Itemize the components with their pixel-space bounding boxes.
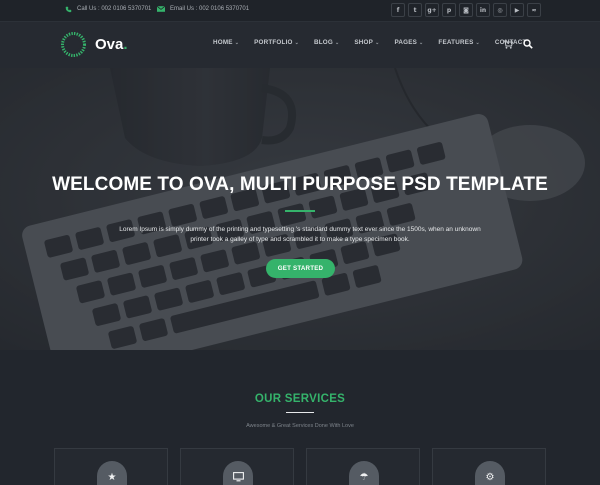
services-subtitle: Awesome & Great Services Done With Love [246,423,354,429]
get-started-button[interactable]: GET STARTED [266,259,335,278]
search-icon[interactable] [523,36,533,54]
nav-portfolio[interactable]: PORTFOLIO ⌄ [254,39,299,46]
nav-blog-label: BLOG [314,39,334,46]
service-card[interactable]: ⚙ [432,448,546,485]
monitor-icon [223,461,253,485]
pinterest-icon[interactable]: p [442,3,456,17]
star-icon: ★ [97,461,127,485]
nav-portfolio-label: PORTFOLIO [254,39,293,46]
hero-title: WELCOME TO OVA, MULTI PURPOSE PSD TEMPLA… [52,174,548,195]
top-bar: Call Us : 002 0106 5370701 Email Us : 00… [0,0,600,22]
nav-features-label: FEATURES [438,39,474,46]
services-section: OUR SERVICES Awesome & Great Services Do… [0,350,600,485]
nav-blog[interactable]: BLOG ⌄ [314,39,339,46]
social-links: f t g+ p ◙ in ◎ ▶ ≈ [391,3,541,17]
main-navbar: Ova. HOME ⌄ PORTFOLIO ⌄ BLOG ⌄ SHOP ⌄ PAGES ⌄… [0,22,600,68]
youtube-icon[interactable]: ▶ [510,3,524,17]
hero-section: WELCOME TO OVA, MULTI PURPOSE PSD TEMPLA… [0,68,600,350]
twitter-icon[interactable]: t [408,3,422,17]
dribbble-icon[interactable]: ◎ [493,3,507,17]
nav-shop[interactable]: SHOP ⌄ [354,39,379,46]
hero-background-image [0,68,600,350]
envelope-icon [157,5,165,13]
email-text: Email Us : 002 0106 5370701 [170,6,250,12]
service-card[interactable]: ☂ [306,448,420,485]
chevron-down-icon: ⌄ [335,39,340,46]
google-plus-icon[interactable]: g+ [425,3,439,17]
chevron-down-icon: ⌄ [375,39,380,46]
phone-icon [64,5,72,13]
nav-features[interactable]: FEATURES ⌄ [438,39,479,46]
service-card[interactable] [180,448,294,485]
brand-name[interactable]: Ova. [95,36,128,53]
nav-pages[interactable]: PAGES ⌄ [394,39,423,46]
cart-icon[interactable] [503,36,514,54]
chevron-down-icon: ⌄ [475,39,480,46]
nav-shop-label: SHOP [354,39,374,46]
chevron-down-icon: ⌄ [294,39,300,46]
services-divider [286,412,314,413]
brand-dot: . [123,36,128,53]
nav-menu: HOME ⌄ PORTFOLIO ⌄ BLOG ⌄ SHOP ⌄ PAGES ⌄ FEAT… [213,39,542,46]
instagram-icon[interactable]: ◙ [459,3,473,17]
umbrella-icon: ☂ [349,461,379,485]
hero-description-line1: Lorem Ipsum is simply dummy of the print… [119,226,481,233]
services-title: OUR SERVICES [254,393,346,405]
nav-home-label: HOME [213,39,233,46]
hero-description: Lorem Ipsum is simply dummy of the print… [105,225,495,245]
facebook-icon[interactable]: f [391,3,405,17]
service-card[interactable]: ★ [54,448,168,485]
chevron-down-icon: ⌄ [234,39,240,46]
gear-icon: ⚙ [475,461,505,485]
logo-icon[interactable] [60,31,87,58]
call-text: Call Us : 002 0106 5370701 [77,6,152,12]
rss-icon[interactable]: ≈ [527,3,541,17]
brand-text: Ova [95,36,124,53]
hero-description-line2: printer took a galley of type and scramb… [190,236,410,243]
nav-home[interactable]: HOME ⌄ [213,39,239,46]
chevron-down-icon: ⌄ [419,39,424,46]
nav-pages-label: PAGES [394,39,418,46]
hero-divider [285,210,315,212]
email-info: Email Us : 002 0106 5370701 [157,5,249,13]
call-info: Call Us : 002 0106 5370701 [64,5,151,13]
linkedin-icon[interactable]: in [476,3,490,17]
